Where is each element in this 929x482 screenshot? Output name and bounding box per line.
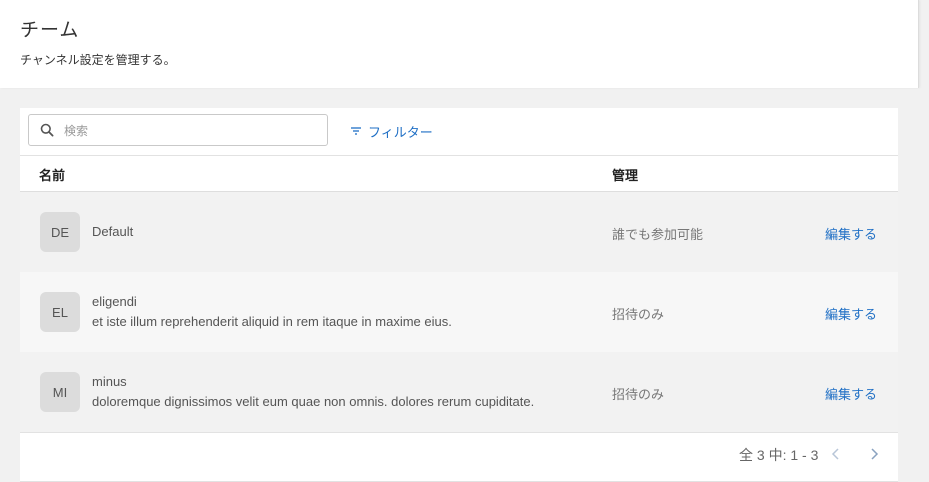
teams-panel: フィルター 名前 管理 DE Default 誰でも参加可能 編集する EL e… xyxy=(20,108,898,482)
avatar: DE xyxy=(40,212,80,252)
management-type: 招待のみ xyxy=(612,387,665,402)
search-box[interactable] xyxy=(28,114,328,146)
page-title: チーム xyxy=(20,20,80,41)
table-header: 名前 管理 xyxy=(20,156,898,192)
pagination-info: 全 3 中: 1 - 3 xyxy=(739,447,819,463)
edit-link[interactable]: 編集する xyxy=(825,304,877,323)
chevron-right-icon[interactable] xyxy=(866,446,882,462)
management-type: 招待のみ xyxy=(612,307,665,322)
team-name: minus xyxy=(92,374,127,389)
avatar: EL xyxy=(40,292,80,332)
page-header: チーム チャンネル設定を管理する。 xyxy=(0,0,919,88)
search-icon xyxy=(40,123,54,137)
table-row: DE Default 誰でも参加可能 編集する xyxy=(20,192,898,272)
page-subtitle: チャンネル設定を管理する。 xyxy=(20,53,176,67)
search-input[interactable] xyxy=(62,120,321,142)
table-row: MI minus doloremque dignissimos velit eu… xyxy=(20,352,898,433)
column-header-management: 管理 xyxy=(612,168,639,183)
team-description: et iste illum reprehenderit aliquid in r… xyxy=(92,314,452,329)
filter-button[interactable]: フィルター xyxy=(350,122,433,140)
team-name: eligendi xyxy=(92,294,137,309)
filter-icon xyxy=(351,127,361,135)
table-row: EL eligendi et iste illum reprehenderit … xyxy=(20,272,898,352)
edit-link[interactable]: 編集する xyxy=(825,384,877,403)
pagination: 全 3 中: 1 - 3 xyxy=(20,433,898,482)
team-description: doloremque dignissimos velit eum quae no… xyxy=(92,394,535,409)
avatar: MI xyxy=(40,372,80,412)
toolbar: フィルター xyxy=(20,108,898,156)
management-type: 誰でも参加可能 xyxy=(612,227,704,242)
column-header-name: 名前 xyxy=(39,168,66,183)
team-name: Default xyxy=(92,224,134,239)
filter-label: フィルター xyxy=(368,124,433,140)
edit-link[interactable]: 編集する xyxy=(825,224,877,243)
chevron-left-icon[interactable] xyxy=(828,446,844,462)
